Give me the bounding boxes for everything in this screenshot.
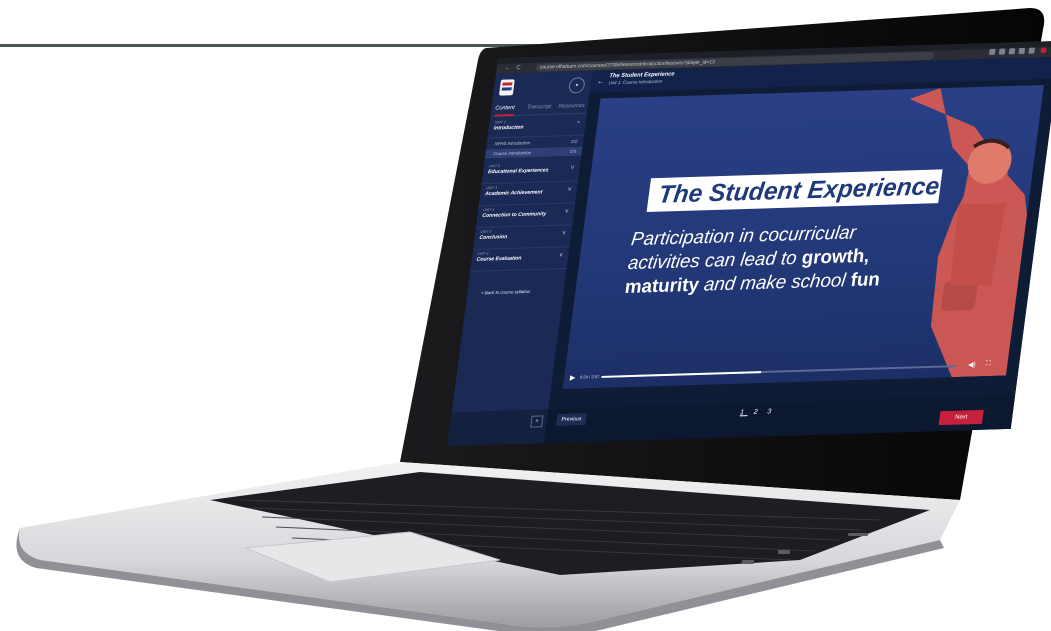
unit-title: Academic Achievement <box>484 189 543 198</box>
unit-item[interactable]: UNIT 6 Course Evaluation v <box>470 246 570 272</box>
chevron-up-icon[interactable]: ^ <box>576 121 580 127</box>
chevron-down-icon[interactable]: v <box>568 187 572 193</box>
chevron-down-icon[interactable]: v <box>562 230 566 236</box>
lesson-subtitle: Unit 1: Course Introduction <box>608 78 663 86</box>
profile-avatar[interactable] <box>1040 47 1047 54</box>
back-nav-icon[interactable]: ← <box>504 65 511 73</box>
unit-number: UNIT 5 <box>479 229 492 234</box>
lesson-item-current[interactable]: Course Introduction 0:0 <box>484 146 583 159</box>
unit-number: UNIT 4 <box>482 207 495 213</box>
nfhs-logo <box>498 79 515 96</box>
caption-text: Participation in <box>629 225 756 251</box>
next-button[interactable]: Next <box>938 409 984 426</box>
chevron-down-icon[interactable]: v <box>565 208 569 214</box>
caption-text-bold: growth, <box>800 245 871 269</box>
unit-number: UNIT 6 <box>477 251 489 256</box>
page-link[interactable]: 3 <box>767 408 776 415</box>
tab-transcript[interactable]: Transcript <box>526 104 551 111</box>
unit-title: Connection to Community <box>481 211 547 220</box>
lesson-label: Course Introduction <box>493 150 532 157</box>
unit-title: Conclusion <box>479 234 508 241</box>
video-progress-bar[interactable] <box>601 365 957 378</box>
caption-text: and make school <box>702 270 847 296</box>
tab-resources[interactable]: Resources <box>558 103 585 110</box>
unit-number: UNIT 1 <box>494 120 506 125</box>
page-link[interactable]: 1 <box>740 409 749 416</box>
lesson-title: The Student Experience <box>609 71 675 80</box>
unit-title: Educational Experiences <box>487 167 549 176</box>
unit-item[interactable]: UNIT 1 Introduction ^ <box>487 114 587 139</box>
unit-number: UNIT 2 <box>488 163 501 169</box>
unit-number: UNIT 3 <box>485 185 498 191</box>
unit-title: Course Evaluation <box>476 255 522 263</box>
fullscreen-icon[interactable]: ⛶ <box>985 360 991 368</box>
video-caption: Participation in cocurricular activities… <box>623 219 928 300</box>
active-tab-indicator <box>494 113 515 117</box>
screen-display: ← C course.nfhslearn.com/courses/37084/l… <box>447 40 1051 447</box>
user-avatar[interactable]: ● <box>567 77 586 94</box>
lesson-footer: Previous 1 2 3 Next <box>543 395 1016 444</box>
page-link[interactable]: 2 <box>753 409 762 416</box>
play-icon[interactable]: ▶ <box>569 374 575 382</box>
extension-icon[interactable] <box>998 48 1006 55</box>
video-player[interactable]: The Student Experience Participation in … <box>562 84 1044 390</box>
previous-button[interactable]: Previous <box>555 413 587 426</box>
volume-icon[interactable]: ◀) <box>968 361 977 369</box>
chevron-down-icon[interactable]: v <box>559 252 563 258</box>
video-controls: ▶ 0:24 / 2:57 ◀) ⛶ <box>563 356 1009 389</box>
video-time: 0:24 / 2:57 <box>579 374 600 380</box>
caption-text: can lead to <box>703 248 799 272</box>
back-arrow-icon[interactable]: ← <box>596 77 605 86</box>
lesson-main: ← The Student Experience Unit 1: Course … <box>543 56 1051 444</box>
sidepanel-icon[interactable] <box>1028 47 1036 54</box>
close-sidebar-button[interactable]: × <box>530 415 544 428</box>
extension-icon[interactable] <box>988 48 996 55</box>
pagination: 1 2 3 <box>740 408 776 416</box>
lesson-label: NFHS Introduction <box>494 140 531 147</box>
video-progress-fill <box>601 371 762 378</box>
chevron-down-icon[interactable]: v <box>571 165 575 171</box>
tab-content[interactable]: Content <box>495 105 515 112</box>
back-to-syllabus-link[interactable]: < Back to course syllabus <box>481 289 531 295</box>
extension-icon[interactable] <box>1008 48 1016 55</box>
caption-text-bold: fun <box>849 269 882 292</box>
puzzle-icon[interactable] <box>1018 47 1026 55</box>
reload-icon[interactable]: C <box>516 64 521 72</box>
caption-text-bold: maturity <box>623 274 701 298</box>
unit-title: Introduction <box>493 124 524 132</box>
lesson-time: 0:0 <box>571 138 578 144</box>
laptop-screen: ← C course.nfhslearn.com/courses/37084/l… <box>441 39 1051 495</box>
lesson-time: 0:0 <box>569 148 577 154</box>
